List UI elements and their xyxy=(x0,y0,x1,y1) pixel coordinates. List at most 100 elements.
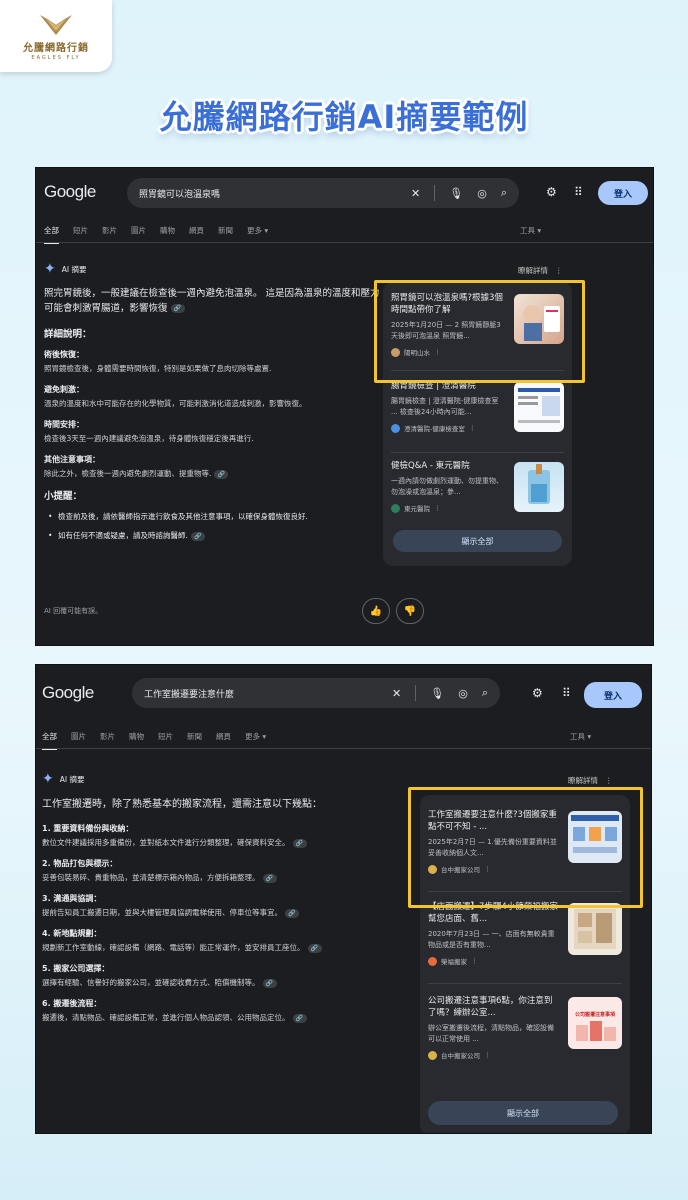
clear-icon[interactable]: ✕ xyxy=(392,687,401,700)
clear-icon[interactable]: ✕ xyxy=(411,187,420,200)
item-heading: 3. 溝通與協調： xyxy=(42,894,102,903)
ai-disclaimer: AI 回覆可能有誤。 xyxy=(44,607,103,615)
search-query: 工作室搬遷要注意什麼 xyxy=(144,689,235,700)
list-item: 如有任何不適或疑慮，請及時諮詢醫師.🔗 xyxy=(44,529,384,542)
feedback-buttons: 👍 👎 xyxy=(362,598,424,624)
tools-menu[interactable]: 工具 ▾ xyxy=(570,731,591,742)
search-screenshot-1: Google 照胃鏡可以泡溫泉嗎 ✕ 🎙 ◎ ⌕ ⚙ ⠿ 登入 全部 短片 影片… xyxy=(35,167,654,646)
card-desc: 一週內請勿做劇烈運動、勿提重物、勿泡澡或泡溫泉；參... xyxy=(391,477,503,496)
source-favicon-icon xyxy=(428,956,437,966)
source-favicon-icon xyxy=(391,423,400,433)
item-heading: 4. 新地點規劃： xyxy=(42,929,102,938)
google-logo[interactable]: Google xyxy=(44,182,96,202)
item-heading: 1. 重要資料備份與收納： xyxy=(42,824,134,833)
item-text: 提前告知員工搬遷日期，並與大樓管理員協調電梯使用、停車位等事宜。 🔗 xyxy=(42,906,392,919)
source-card[interactable]: 腸胃鏡檢查 | 澄清醫院 腸胃鏡檢查 | 澄清醫院-健康檢查室 ... 檢查後2… xyxy=(391,380,564,440)
item-text: 妥善包裝易碎、貴重物品，並清楚標示箱內物品，方便拆箱整理。 🔗 xyxy=(42,871,392,884)
eagle-wing-icon xyxy=(40,15,72,35)
detail-text: 溫泉的溫度和水中可能存在的化學物質，可能刺激消化道造成刺激，影響恢復。 xyxy=(44,399,307,408)
link-icon[interactable]: 🔗 xyxy=(214,469,229,479)
sparkle-icon: ✦ xyxy=(42,771,54,787)
detail-heading: 術後恢復： xyxy=(44,350,84,359)
ai-lead-text: 工作室搬遷時，除了熟悉基本的搬家流程，還需注意以下幾點： xyxy=(42,799,322,810)
detail-title: 詳細說明： xyxy=(44,329,92,340)
gear-icon[interactable]: ⚙ xyxy=(532,686,543,700)
search-input[interactable]: 照胃鏡可以泡溫泉嗎 ✕ 🎙 ◎ ⌕ xyxy=(127,178,519,208)
detail-heading: 時間安排： xyxy=(44,420,84,429)
login-button[interactable]: 登入 xyxy=(584,682,642,708)
thumbs-up-icon[interactable]: 👍 xyxy=(362,598,390,624)
source-card[interactable]: 公司搬遷注意事項6點，你注意到了嗎？練辦公室... 辦公室搬遷後流程，清點物品，… xyxy=(428,995,622,1060)
microphone-icon[interactable]: 🎙 xyxy=(449,187,463,200)
apps-grid-icon[interactable]: ⠿ xyxy=(574,185,583,199)
page-title: 允騰網路行銷AI摘要範例 xyxy=(159,98,529,136)
item-heading: 5. 搬家公司選擇： xyxy=(42,964,110,973)
detail-text: 檢查後3天至一週內建議避免泡溫泉，待身體恢復穩定後再進行. xyxy=(44,434,254,443)
item-heading: 6. 搬遷後流程： xyxy=(42,999,102,1008)
search-icon[interactable]: ⌕ xyxy=(482,686,488,700)
item-text: 搬遷後，清點物品、確認設備正常，並進行個人物品認領、公用物品定位。 🔗 xyxy=(42,1011,392,1024)
card-title: 健檢Q&A - 東元醫院 xyxy=(391,461,470,471)
ai-overview-header: ✦ AI 摘要 xyxy=(44,261,86,277)
card-thumbnail xyxy=(514,382,564,432)
brand-subtitle: EAGLES FLY xyxy=(31,55,81,61)
brand-logo: 允騰網路行銷 EAGLES FLY xyxy=(0,0,112,72)
card-title: 公司搬遷注意事項6點，你注意到了嗎？練辦公室... xyxy=(428,996,553,1018)
ai-overview-label: AI 摘要 xyxy=(59,774,85,784)
card-thumbnail: 公司搬遷注意事項 xyxy=(568,997,622,1049)
show-all-button[interactable]: 顯示全部 xyxy=(428,1101,618,1125)
card-source: 榮福搬家 ⋮ xyxy=(428,956,622,966)
ai-lead-text: 照完胃鏡後，一般建議在檢查後一週內避免泡溫泉。 這是因為溫泉的溫度和壓力可能會刺… xyxy=(44,288,380,314)
search-icon[interactable]: ⌕ xyxy=(501,186,507,200)
login-button[interactable]: 登入 xyxy=(598,181,648,205)
link-icon[interactable]: 🔗 xyxy=(292,1013,307,1023)
card-desc: 2020年7月23日 — 一、店面有無較貴重物品或是否有重物... xyxy=(428,930,555,949)
gear-icon[interactable]: ⚙ xyxy=(546,185,557,199)
learn-more-link[interactable]: 瞭解詳情 ⋮ xyxy=(568,775,613,786)
lens-icon[interactable]: ◎ xyxy=(458,687,468,700)
link-icon[interactable]: 🔗 xyxy=(262,873,277,883)
card-desc: 辦公室搬遷後流程，清點物品，確認設備可以正常使用 ... xyxy=(428,1024,554,1043)
highlight-box xyxy=(408,787,643,908)
lens-icon[interactable]: ◎ xyxy=(477,187,487,200)
tools-menu[interactable]: 工具 ▾ xyxy=(520,225,541,236)
link-icon[interactable]: 🔗 xyxy=(170,304,185,313)
search-query: 照胃鏡可以泡溫泉嗎 xyxy=(139,189,221,200)
tips-list: 檢查前及後，請依醫師指示進行飲食及其他注意事項，以確保身體恢復良好. 如有任何不… xyxy=(44,510,384,542)
google-logo[interactable]: Google xyxy=(42,683,94,703)
link-icon[interactable]: 🔗 xyxy=(307,943,322,953)
source-card[interactable]: 健檢Q&A - 東元醫院 一週內請勿做劇烈運動、勿提重物、勿泡澡或泡溫泉；參..… xyxy=(391,460,564,520)
source-favicon-icon xyxy=(428,1050,437,1060)
tips-title: 小提醒： xyxy=(44,491,83,502)
card-desc: 腸胃鏡檢查 | 澄清醫院-健康檢查室 ... 檢查後24小時內可能... xyxy=(391,397,499,416)
learn-more-link[interactable]: 瞭解詳情 ⋮ xyxy=(518,265,563,276)
highlight-box xyxy=(374,280,585,383)
source-favicon-icon xyxy=(391,503,400,513)
apps-grid-icon[interactable]: ⠿ xyxy=(562,686,571,700)
thumbs-down-icon[interactable]: 👎 xyxy=(396,598,424,624)
search-screenshot-2: Google 工作室搬遷要注意什麼 ✕ 🎙 ◎ ⌕ ⚙ ⠿ 登入 全部 圖片 影… xyxy=(35,664,652,1134)
link-icon[interactable]: 🔗 xyxy=(285,908,299,918)
thumbnail-caption: 公司搬遷注意事項 xyxy=(574,1012,615,1018)
item-text: 規劃新工作室動線，確認設備（網路、電話等）能正常運作，並安排員工座位。 🔗 xyxy=(42,941,392,954)
ai-overview-label: AI 摘要 xyxy=(61,264,87,274)
sparkle-icon: ✦ xyxy=(44,261,56,277)
microphone-icon[interactable]: 🎙 xyxy=(430,687,444,700)
show-all-button[interactable]: 顯示全部 xyxy=(393,530,562,552)
item-text: 數位文件建議採用多重備份，並對紙本文件進行分類整理，確保資料安全。 🔗 xyxy=(42,836,392,849)
item-heading: 2. 物品打包與標示： xyxy=(42,859,118,868)
link-icon[interactable]: 🔗 xyxy=(292,838,307,848)
detail-text: 照胃鏡檢查後，身體需要時間恢復，特別是如果做了息肉切除等處置. xyxy=(44,364,272,373)
card-source: 台中搬家公司 ⋮ xyxy=(428,1050,622,1060)
source-card[interactable]: 【店面搬遷】7步驟4小節榮福搬家幫您店面、舊... 2020年7月23日 — 一… xyxy=(428,901,622,966)
link-icon[interactable]: 🔗 xyxy=(262,978,277,988)
link-icon[interactable]: 🔗 xyxy=(190,531,205,541)
detail-heading: 其他注意事項： xyxy=(44,455,100,464)
list-item: 檢查前及後，請依醫師指示進行飲食及其他注意事項，以確保身體恢復良好. xyxy=(44,510,384,523)
brand-name: 允騰網路行銷 xyxy=(23,43,89,54)
detail-heading: 避免刺激： xyxy=(44,385,84,394)
card-thumbnail xyxy=(514,462,564,512)
ai-overview-header: ✦ AI 摘要 xyxy=(42,771,84,787)
search-input[interactable]: 工作室搬遷要注意什麼 ✕ 🎙 ◎ ⌕ xyxy=(132,678,500,708)
ai-overview-body: 工作室搬遷時，除了熟悉基本的搬家流程，還需注意以下幾點： 1. 重要資料備份與收… xyxy=(42,797,392,1032)
